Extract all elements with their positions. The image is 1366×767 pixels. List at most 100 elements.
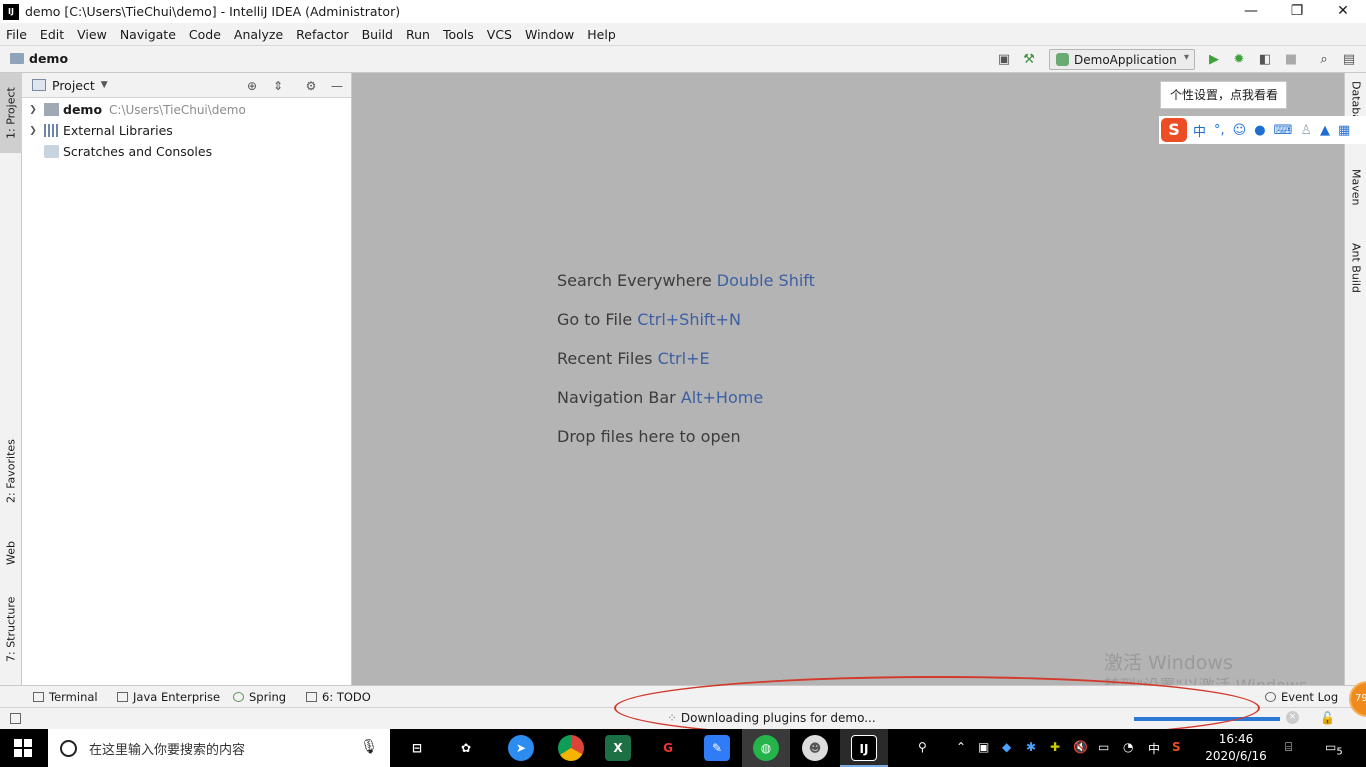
people-icon[interactable]: ⚲ (918, 740, 927, 754)
editor-area[interactable]: Search Everywhere Double Shift Go to Fil… (352, 73, 1344, 685)
activation-watermark-title: 激活 Windows (1104, 652, 1233, 674)
bluetooth-icon[interactable]: ✱ (1026, 740, 1036, 754)
tab-project[interactable]: 1: Project (0, 73, 22, 153)
volume-muted-icon[interactable]: 🔇 (1073, 740, 1088, 754)
skin-icon[interactable]: ▲ (1320, 123, 1330, 138)
tab-event-log[interactable]: Event Log (1265, 690, 1338, 704)
notifications-icon[interactable]: ▭5 (1325, 740, 1343, 757)
tree-item-demo[interactable]: ❯ demo C:\Users\TieChui\demo (22, 99, 351, 120)
tree-item-external-libraries[interactable]: ❯ External Libraries (22, 120, 351, 141)
sogou-logo-icon[interactable]: S (1161, 118, 1187, 142)
gear-icon[interactable]: ⚙ (303, 78, 319, 94)
tab-maven[interactable]: Maven (1345, 169, 1366, 229)
run-with-coverage-icon[interactable]: ◧ (1257, 52, 1273, 68)
tree-item-label: Scratches and Consoles (63, 144, 213, 159)
right-tool-stripe: Database Maven Ant Build (1344, 73, 1366, 685)
tab-spring[interactable]: Spring (233, 690, 286, 704)
pinwheel-app-icon[interactable]: ✿ (453, 735, 479, 761)
menu-file[interactable]: File (6, 27, 27, 42)
excel-app-icon[interactable]: X (605, 735, 631, 761)
run-configuration-select[interactable]: DemoApplication ▾ (1049, 49, 1195, 70)
cancel-task-icon[interactable]: × (1286, 711, 1299, 724)
folder-view-icon[interactable]: ▤ (1341, 52, 1357, 68)
tab-web[interactable]: Web (0, 528, 22, 578)
emoji-icon[interactable]: ☺ (1233, 123, 1247, 138)
hide-panel-icon[interactable]: — (329, 78, 345, 94)
hint-search-everywhere: Search Everywhere Double Shift (557, 271, 815, 290)
sogou-tray-icon[interactable]: S (1172, 740, 1181, 754)
project-panel-title[interactable]: Project (52, 78, 95, 93)
clock-date: 2020/6/16 (1205, 749, 1267, 763)
chevron-right-icon[interactable]: ❯ (26, 105, 40, 115)
toolbox-icon[interactable]: ▦ (1338, 123, 1350, 138)
keyboard-icon[interactable]: ⌨ (1274, 123, 1293, 138)
wifi-icon[interactable]: ◔ (1123, 740, 1133, 754)
menu-view[interactable]: View (77, 27, 107, 42)
menu-tools[interactable]: Tools (443, 27, 474, 42)
tree-item-scratches[interactable]: Scratches and Consoles (22, 141, 351, 162)
search-icon[interactable]: ⌕ (1316, 52, 1332, 68)
input-mode-icon[interactable]: ⌸ (1285, 740, 1292, 755)
tab-structure[interactable]: 7: Structure (0, 589, 22, 669)
menu-refactor[interactable]: Refactor (296, 27, 348, 42)
minimize-button[interactable]: — (1228, 0, 1274, 23)
run-icon[interactable]: ▶ (1206, 52, 1222, 68)
menu-vcs[interactable]: VCS (487, 27, 512, 42)
tab-ant-build[interactable]: Ant Build (1345, 243, 1366, 313)
tab-terminal[interactable]: Terminal (33, 690, 98, 704)
taskbar-search[interactable]: 在这里输入你要搜索的内容 🎙 (48, 729, 390, 767)
user-icon[interactable]: ♙ (1300, 123, 1312, 138)
menu-build[interactable]: Build (362, 27, 393, 42)
maximize-button[interactable]: ❐ (1274, 0, 1320, 23)
cortana-icon (60, 739, 77, 757)
locate-icon[interactable]: ⊕ (244, 78, 260, 94)
java-enterprise-icon (117, 692, 128, 702)
microphone-icon[interactable]: 🎙 (360, 739, 378, 755)
debug-icon[interactable]: ✹ (1231, 52, 1247, 68)
notes-app-icon[interactable]: ✎ (704, 735, 730, 761)
breadcrumb[interactable]: demo (10, 51, 68, 66)
intellij-taskbar-icon[interactable]: IJ (851, 735, 877, 761)
close-button[interactable]: ✕ (1320, 0, 1366, 23)
hint-navigation-bar: Navigation Bar Alt+Home (557, 388, 764, 407)
ime-indicator[interactable]: 中 (1148, 740, 1160, 757)
ime-mode-chinese[interactable]: 中 (1193, 121, 1206, 140)
tab-favorites[interactable]: 2: Favorites (0, 431, 22, 511)
avatar-app-icon[interactable]: ☻ (802, 735, 828, 761)
collapse-all-icon[interactable]: ⇕ (270, 78, 286, 94)
project-panel: Project ▼ ⊕ ⇕ ⚙ — ❯ demo C:\Users\TieChu… (22, 73, 352, 685)
chevron-right-icon[interactable]: ❯ (26, 126, 40, 136)
task-view-icon[interactable]: ⊟ (404, 735, 430, 761)
stop-icon[interactable]: ■ (1283, 52, 1299, 68)
menu-analyze[interactable]: Analyze (234, 27, 283, 42)
toggle-tool-windows-icon[interactable] (10, 713, 21, 724)
battery-icon[interactable]: ▭ (1098, 740, 1109, 754)
menu-edit[interactable]: Edit (40, 27, 64, 42)
menu-navigate[interactable]: Navigate (120, 27, 176, 42)
project-structure-icon[interactable]: ▣ (996, 52, 1012, 68)
ime-toolbar: S 中 °, ☺ ● ⌨ ♙ ▲ ▦ (1159, 116, 1366, 144)
windows-start-icon[interactable] (14, 739, 32, 757)
menu-code[interactable]: Code (189, 27, 221, 42)
tray-app-icon[interactable]: ◆ (1002, 740, 1011, 754)
show-hidden-icons[interactable]: ⌃ (956, 740, 966, 754)
menu-help[interactable]: Help (587, 27, 616, 42)
security-icon[interactable]: ▣ (978, 740, 989, 754)
wps-app-icon[interactable]: G (655, 735, 681, 761)
tab-todo[interactable]: 6: TODO (306, 690, 371, 704)
wechat-app-icon[interactable]: ◍ (753, 735, 779, 761)
event-log-icon (1265, 692, 1276, 702)
microphone-icon[interactable]: ● (1254, 123, 1265, 138)
menu-window[interactable]: Window (525, 27, 574, 42)
menu-run[interactable]: Run (406, 27, 430, 42)
build-hammer-icon[interactable]: ⚒ (1021, 52, 1037, 68)
tab-java-enterprise[interactable]: Java Enterprise (117, 690, 220, 704)
feishu-app-icon[interactable]: ➤ (508, 735, 534, 761)
chrome-app-icon[interactable] (558, 735, 584, 761)
punctuation-icon[interactable]: °, (1214, 123, 1225, 138)
breadcrumb-demo[interactable]: demo (29, 51, 68, 66)
chevron-down-icon[interactable]: ▼ (101, 80, 108, 90)
taskbar-clock[interactable]: 16:46 2020/6/16 (1200, 731, 1272, 765)
tray-plus-icon[interactable]: ✚ (1050, 740, 1060, 754)
lock-icon[interactable]: 🔓 (1320, 711, 1335, 725)
